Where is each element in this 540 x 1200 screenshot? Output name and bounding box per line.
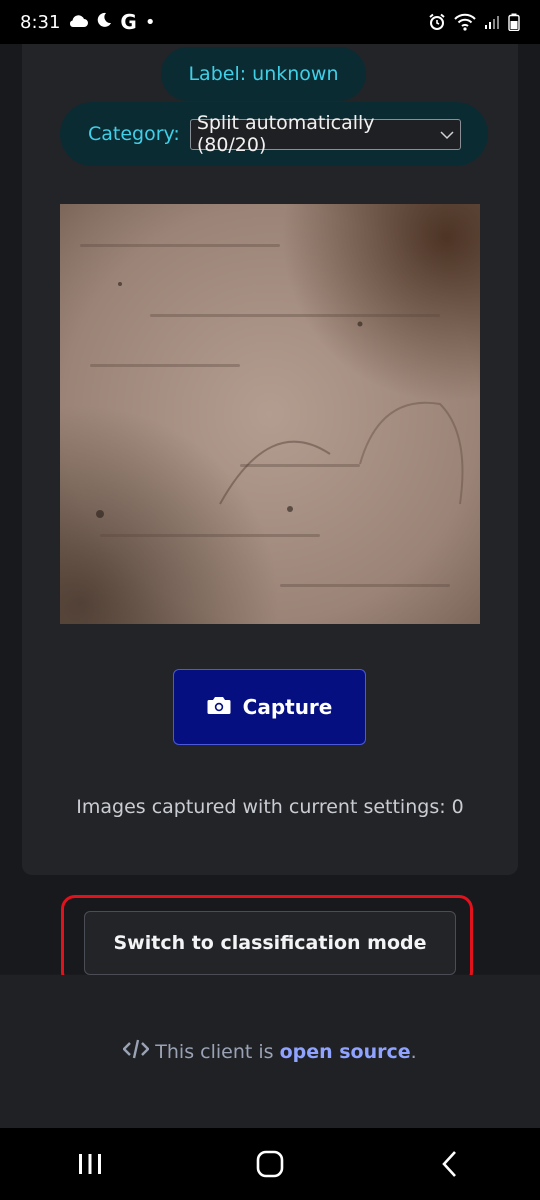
wifi-icon (454, 13, 476, 31)
switch-classification-button[interactable]: Switch to classification mode (84, 911, 456, 975)
label-pill: Label: unknown (161, 47, 366, 101)
capture-button[interactable]: Capture (173, 669, 366, 745)
moon-icon (96, 12, 112, 33)
camera-icon (207, 695, 231, 720)
battery-icon (508, 13, 520, 31)
category-select[interactable]: Split automatically (80/20) (189, 112, 461, 156)
chevron-down-icon (440, 123, 454, 145)
back-button[interactable] (420, 1134, 480, 1194)
signal-icon (484, 14, 500, 30)
status-bar: 8:31 G • (0, 0, 540, 44)
category-label: Category: (88, 123, 180, 145)
navigation-bar (0, 1128, 540, 1200)
recent-apps-icon (79, 1154, 101, 1174)
status-time: 8:31 (20, 11, 61, 33)
cloud-icon (68, 12, 89, 33)
switch-label: Switch to classification mode (113, 932, 427, 954)
back-icon (442, 1151, 456, 1177)
code-icon (122, 1039, 150, 1064)
images-count-text: Images captured with current settings: 0 (76, 796, 464, 818)
alarm-icon (428, 13, 446, 31)
recent-apps-button[interactable] (60, 1134, 120, 1194)
camera-preview (60, 204, 480, 624)
category-selected-value: Split automatically (80/20) (196, 112, 375, 156)
google-icon: G (120, 10, 137, 34)
status-left: 8:31 G • (20, 10, 155, 34)
home-icon (256, 1150, 284, 1178)
dot-icon: • (144, 11, 156, 33)
home-button[interactable] (240, 1134, 300, 1194)
status-right (428, 13, 520, 31)
footer-prefix: This client is (155, 1040, 274, 1063)
open-source-link[interactable]: open source (280, 1041, 411, 1063)
category-pill: Category: Split automatically (80/20) (60, 102, 488, 166)
capture-label: Capture (242, 695, 333, 719)
label-text: Label: unknown (188, 63, 339, 85)
footer: This client is open source. (0, 975, 540, 1128)
footer-suffix: . (410, 1040, 417, 1063)
